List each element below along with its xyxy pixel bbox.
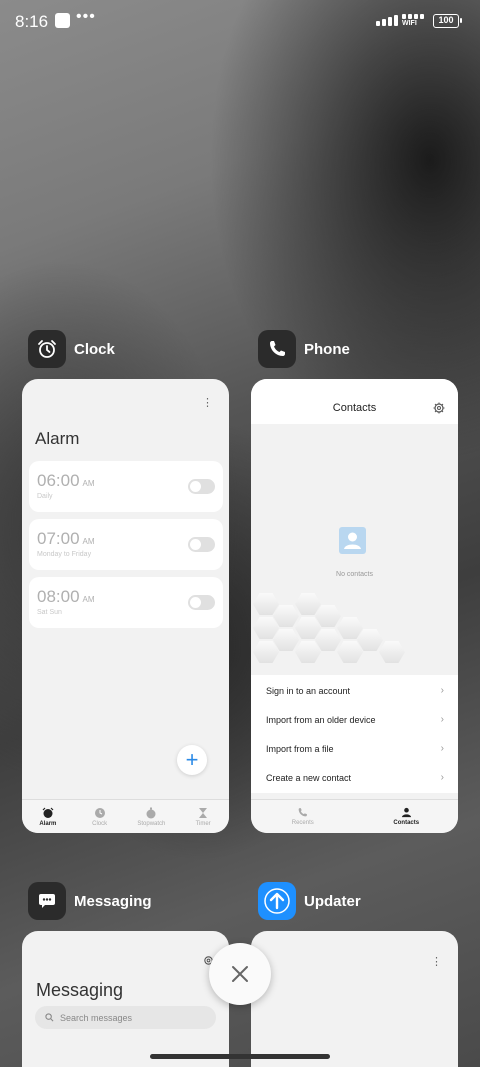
search-placeholder: Search messages <box>60 1012 133 1023</box>
clock-app-header[interactable]: Clock <box>28 330 115 368</box>
alarm-row[interactable]: 08:00 AM Sat Sun <box>29 577 223 628</box>
alarm-ampm: AM <box>82 479 95 488</box>
message-icon <box>28 882 66 920</box>
phone-app-card[interactable]: Contacts No contacts Sign in to an accou… <box>251 379 458 833</box>
create-contact-option[interactable]: Create a new contact › <box>251 763 458 792</box>
wifi-icon: WIFI <box>402 14 424 27</box>
search-icon <box>45 1013 54 1022</box>
phone-icon <box>298 808 308 817</box>
home-indicator[interactable] <box>150 1054 330 1059</box>
alarm-toggle[interactable] <box>188 479 215 494</box>
close-icon <box>232 966 248 982</box>
notification-icon <box>55 13 70 28</box>
more-notifications-icon: ••• <box>76 8 96 25</box>
no-contacts-text: No contacts <box>336 571 373 578</box>
contact-placeholder-icon <box>339 527 366 554</box>
alarm-toggle[interactable] <box>188 595 215 610</box>
alarm-icon <box>42 807 54 818</box>
updater-app-name: Updater <box>304 892 361 910</box>
clock-app-card[interactable]: ⋮ Alarm 06:00 AM Daily 07:00 AM Monday to … <box>22 379 229 833</box>
more-options-icon[interactable]: ⋮ <box>431 955 442 968</box>
phone-icon <box>258 330 296 368</box>
contacts-title: Contacts <box>332 402 377 414</box>
clock-nav-bar: Alarm Clock Stopwatch Timer <box>22 799 229 833</box>
sign-in-account-option[interactable]: Sign in to an account › <box>251 676 458 705</box>
chevron-right-icon: › <box>440 743 444 754</box>
alarm-time: 06:00 <box>37 471 80 490</box>
import-file-option[interactable]: Import from a file › <box>251 734 458 763</box>
alarm-repeat: Daily <box>37 493 53 500</box>
clock-app-name: Clock <box>74 340 115 358</box>
alarm-ampm: AM <box>82 595 95 604</box>
nav-label: Stopwatch <box>137 820 166 827</box>
nav-label: Contacts <box>393 820 420 826</box>
option-label: Import from an older device <box>266 714 376 725</box>
nav-clock[interactable]: Clock <box>74 800 126 833</box>
clear-all-button[interactable] <box>209 943 271 1005</box>
chevron-right-icon: › <box>440 772 444 783</box>
messaging-app-header[interactable]: Messaging <box>28 882 152 920</box>
option-label: Create a new contact <box>266 772 352 783</box>
nav-alarm[interactable]: Alarm <box>22 800 74 833</box>
import-older-device-option[interactable]: Import from an older device › <box>251 705 458 734</box>
hourglass-icon <box>199 807 208 818</box>
messaging-app-card[interactable]: Messaging Search messages <box>22 931 229 1067</box>
alarm-toggle[interactable] <box>188 537 215 552</box>
alarm-time: 07:00 <box>37 529 80 548</box>
alarm-ampm: AM <box>82 537 95 546</box>
alarm-repeat: Monday to Friday <box>37 551 92 558</box>
more-options-icon[interactable]: ⋮ <box>202 398 213 409</box>
search-messages-input[interactable]: Search messages <box>35 1006 216 1029</box>
phone-nav-bar: Recents Contacts <box>251 799 458 833</box>
add-alarm-button[interactable]: + <box>177 745 207 775</box>
alarm-row[interactable]: 07:00 AM Monday to Friday <box>29 519 223 570</box>
alarm-clock-icon <box>28 330 66 368</box>
wifi-label: WIFI <box>402 20 417 27</box>
stopwatch-icon <box>146 807 156 818</box>
alarm-row[interactable]: 06:00 AM Daily <box>29 461 223 512</box>
messaging-title: Messaging <box>36 980 124 1000</box>
option-label: Import from a file <box>266 743 334 754</box>
nav-label: Clock <box>92 820 108 827</box>
nav-label: Recents <box>291 820 314 826</box>
messaging-app-name: Messaging <box>74 892 152 910</box>
nav-label: Timer <box>195 820 211 827</box>
alarm-time: 08:00 <box>37 587 80 606</box>
cellular-signal-icon <box>376 15 398 26</box>
chevron-right-icon: › <box>440 685 444 696</box>
settings-gear-icon[interactable] <box>433 402 445 414</box>
chevron-right-icon: › <box>440 714 444 725</box>
nav-label: Alarm <box>39 820 57 827</box>
status-bar: 8:16 ••• WIFI 100 <box>0 0 480 44</box>
nav-recents[interactable]: Recents <box>251 800 355 833</box>
nav-timer[interactable]: Timer <box>177 800 229 833</box>
nav-contacts[interactable]: Contacts <box>355 800 459 833</box>
nav-stopwatch[interactable]: Stopwatch <box>126 800 178 833</box>
person-icon <box>401 807 411 818</box>
option-label: Sign in to an account <box>266 685 351 696</box>
updater-app-card[interactable]: ⋮ <box>251 931 458 1067</box>
phone-app-header[interactable]: Phone <box>258 330 350 368</box>
phone-app-name: Phone <box>304 340 350 358</box>
battery-icon: 100 <box>433 14 462 28</box>
clock-icon <box>94 807 105 818</box>
alarm-repeat: Sat Sun <box>37 609 62 616</box>
updater-app-header[interactable]: Updater <box>258 882 361 920</box>
status-time: 8:16 <box>15 12 49 31</box>
alarm-title: Alarm <box>35 429 80 448</box>
update-arrow-icon <box>258 882 296 920</box>
